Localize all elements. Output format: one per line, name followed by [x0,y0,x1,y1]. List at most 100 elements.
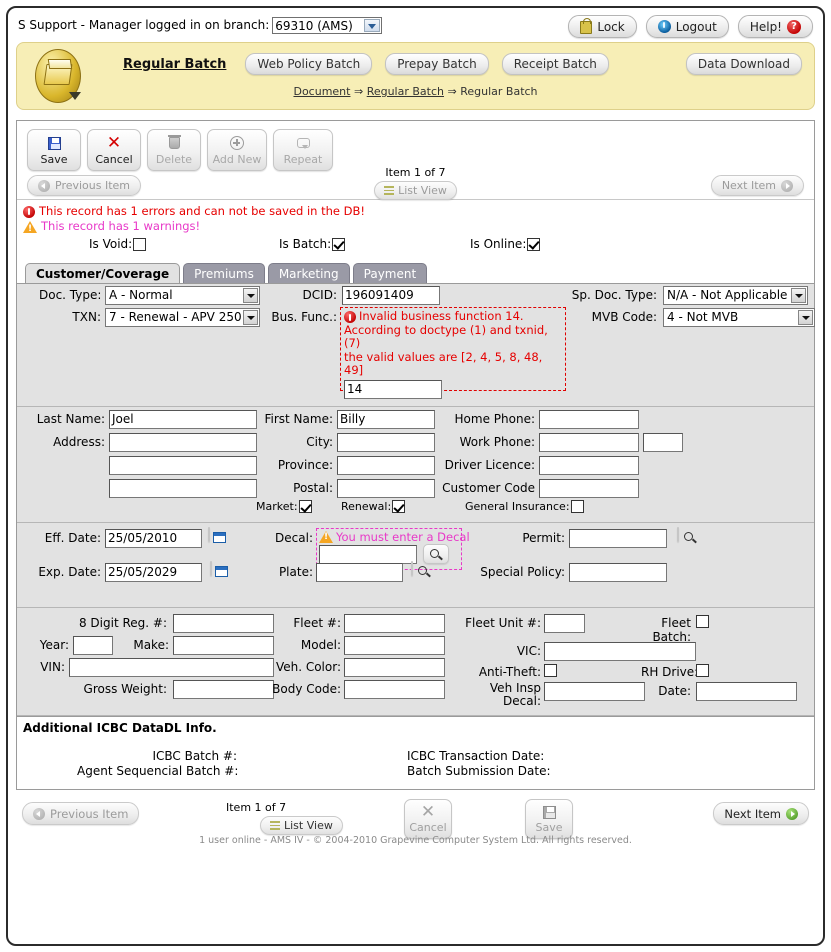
list-icon [384,186,394,195]
error-message-row: This record has 1 errors and can not be … [23,204,814,219]
work-phone-input[interactable] [539,433,639,452]
fleet-unit-input[interactable] [544,614,585,633]
icbc-batch-label: ICBC Batch #: [117,749,237,763]
veh-color-input[interactable] [344,658,445,677]
next-item-button[interactable]: Next Item [711,175,804,196]
city-input[interactable] [337,433,435,452]
dcid-input[interactable]: 196091409 [342,286,440,305]
sp-doc-type-value: N/A - Not Applicable [667,288,787,302]
footer-save-label: Save [535,821,562,834]
module-tab-data-download[interactable]: Data Download [686,53,802,75]
home-phone-input[interactable] [539,410,639,429]
decal-input[interactable] [319,545,417,564]
save-button[interactable]: Save [27,129,81,171]
search-icon [430,549,439,558]
breadcrumb-document[interactable]: Document [293,85,350,98]
postal-input[interactable] [337,479,435,498]
breadcrumb-regular-batch[interactable]: Regular Batch [367,85,444,98]
logout-button[interactable]: Logout [646,15,729,38]
branch-select[interactable]: 69310 (AMS) [272,17,382,34]
icbc-transaction-date-label: ICBC Transaction Date: [407,749,557,763]
list-view-button[interactable]: List View [374,181,457,200]
first-name-input[interactable]: Billy [337,410,435,429]
special-policy-input[interactable] [569,563,667,582]
lock-button[interactable]: Lock [568,15,636,38]
address-line-2-input[interactable] [109,456,257,475]
cancel-button[interactable]: ✕ Cancel [87,129,141,171]
permit-search-button[interactable] [677,527,679,542]
footer-previous-item-button[interactable]: Previous Item [22,802,139,825]
module-tab-web-policy-batch[interactable]: Web Policy Batch [245,53,372,75]
plus-circle-icon [230,135,244,152]
module-tab-regular-batch[interactable]: Regular Batch [117,55,232,74]
tab-customer-coverage[interactable]: Customer/Coverage [25,263,180,283]
module-tab-receipt-batch[interactable]: Receipt Batch [502,53,609,75]
copyright-text: 1 user online - AMS IV - © 2004-2010 Gra… [8,835,823,846]
make-input[interactable] [173,636,274,655]
delete-button[interactable]: Delete [147,129,201,171]
cancel-button-label: Cancel [95,153,132,166]
warning-message-row: This record has 1 warnings! [23,219,814,234]
year-input[interactable] [73,636,113,655]
plate-label: Plate: [253,565,313,579]
province-label: Province: [247,458,333,472]
is-batch-checkbox[interactable] [332,238,345,251]
general-insurance-checkbox[interactable] [571,500,584,513]
renewal-checkbox[interactable] [392,500,405,513]
home-phone-label: Home Phone: [437,412,535,426]
txn-select[interactable]: 7 - Renewal - APV 250 [105,308,260,327]
veh-insp-decal-input[interactable] [544,682,645,701]
vin-input[interactable] [69,658,274,677]
form-tabs: Customer/Coverage Premiums Marketing Pay… [25,261,814,283]
footer-save-button[interactable]: Save [525,799,573,839]
calendar-icon [215,566,228,577]
exp-date-input[interactable]: 25/05/2029 [105,563,202,582]
footer-list-view-button[interactable]: List View [260,816,343,835]
module-tab-prepay-batch[interactable]: Prepay Batch [385,53,488,75]
body-code-input[interactable] [344,680,445,699]
decal-search-button[interactable] [423,544,449,564]
fleet-number-input[interactable] [344,614,445,633]
doc-type-select[interactable]: A - Normal [105,286,260,305]
bus-func-input[interactable]: 14 [344,380,442,399]
province-input[interactable] [337,456,435,475]
work-phone-extension-input[interactable] [643,433,683,452]
model-input[interactable] [344,636,445,655]
permit-input[interactable] [569,529,667,548]
add-new-button[interactable]: Add New [207,129,267,171]
close-icon: ✕ [421,804,435,821]
footer-next-item-button[interactable]: Next Item [713,802,809,825]
tab-premiums[interactable]: Premiums [183,263,265,283]
market-checkbox[interactable] [299,500,312,513]
address-label: Address: [27,435,105,449]
mvb-code-select[interactable]: 4 - Not MVB [663,308,815,327]
help-button[interactable]: Help! ? [738,15,813,38]
eff-date-calendar-button[interactable] [208,527,210,542]
tab-payment[interactable]: Payment [353,263,428,283]
reg-number-input[interactable] [173,614,274,633]
decal-warning-text: You must enter a Decal [336,530,470,544]
vic-input[interactable] [544,642,696,661]
validation-messages: This record has 1 errors and can not be … [17,200,814,255]
rh-drive-checkbox[interactable] [696,664,709,677]
address-line-3-input[interactable] [109,479,257,498]
fleet-batch-checkbox[interactable] [696,615,709,628]
plate-input[interactable] [316,563,403,582]
sp-doc-type-select[interactable]: N/A - Not Applicable [663,286,808,305]
footer-cancel-button[interactable]: ✕ Cancel [404,799,452,839]
customer-code-input[interactable] [539,479,639,498]
last-name-input[interactable]: Joel [109,410,257,429]
eff-date-input[interactable]: 25/05/2010 [105,529,202,548]
exp-date-calendar-button[interactable] [210,561,212,576]
session-info: S Support - Manager logged in on branch:… [18,17,382,34]
is-void-checkbox[interactable] [133,238,146,251]
is-online-checkbox[interactable] [527,238,540,251]
tab-marketing[interactable]: Marketing [268,263,350,283]
gross-weight-input[interactable] [173,680,274,699]
repeat-button[interactable]: Repeat [273,129,333,171]
date-input[interactable] [696,682,797,701]
address-line-1-input[interactable] [109,433,257,452]
plate-search-button[interactable] [411,561,413,576]
driver-licence-input[interactable] [539,456,639,475]
anti-theft-checkbox[interactable] [544,664,557,677]
